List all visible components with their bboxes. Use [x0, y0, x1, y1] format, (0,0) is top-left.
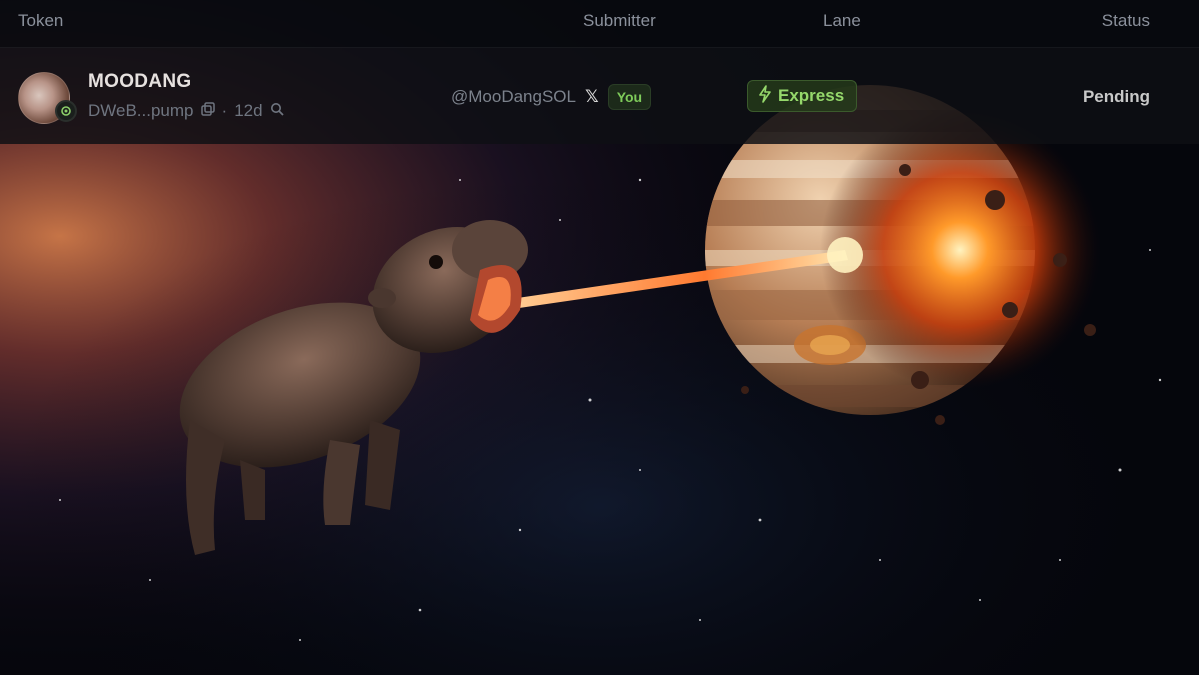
submitter-handle[interactable]: @MooDangSOL [451, 87, 576, 107]
you-badge: You [607, 84, 652, 110]
column-header-lane[interactable]: Lane [823, 11, 861, 31]
copy-icon[interactable] [200, 101, 215, 121]
column-header-submitter[interactable]: Submitter [583, 11, 656, 31]
column-header-token[interactable]: Token [18, 11, 63, 31]
token-meta: DWeB...pump · 12d [88, 101, 284, 121]
table-row[interactable]: MOODANG DWeB...pump · 12d @MooDangSOL 𝕏 … [0, 48, 1199, 144]
column-header-status[interactable]: Status [1102, 11, 1150, 31]
token-name[interactable]: MOODANG [88, 71, 191, 93]
search-icon[interactable] [270, 101, 284, 121]
token-address[interactable]: DWeB...pump [88, 101, 194, 121]
lightning-icon [758, 84, 772, 108]
separator-dot: · [221, 101, 228, 120]
verified-badge-icon [55, 100, 77, 122]
token-age: 12d [234, 101, 263, 120]
table-header: Token Submitter Lane Status [0, 0, 1199, 48]
x-logo-icon[interactable]: 𝕏 [585, 87, 599, 107]
lane-label: Express [778, 86, 845, 105]
submitter-cell: @MooDangSOL 𝕏 You [451, 84, 652, 110]
lane-badge: Express [747, 80, 858, 112]
status-text: Pending [1082, 87, 1150, 106]
